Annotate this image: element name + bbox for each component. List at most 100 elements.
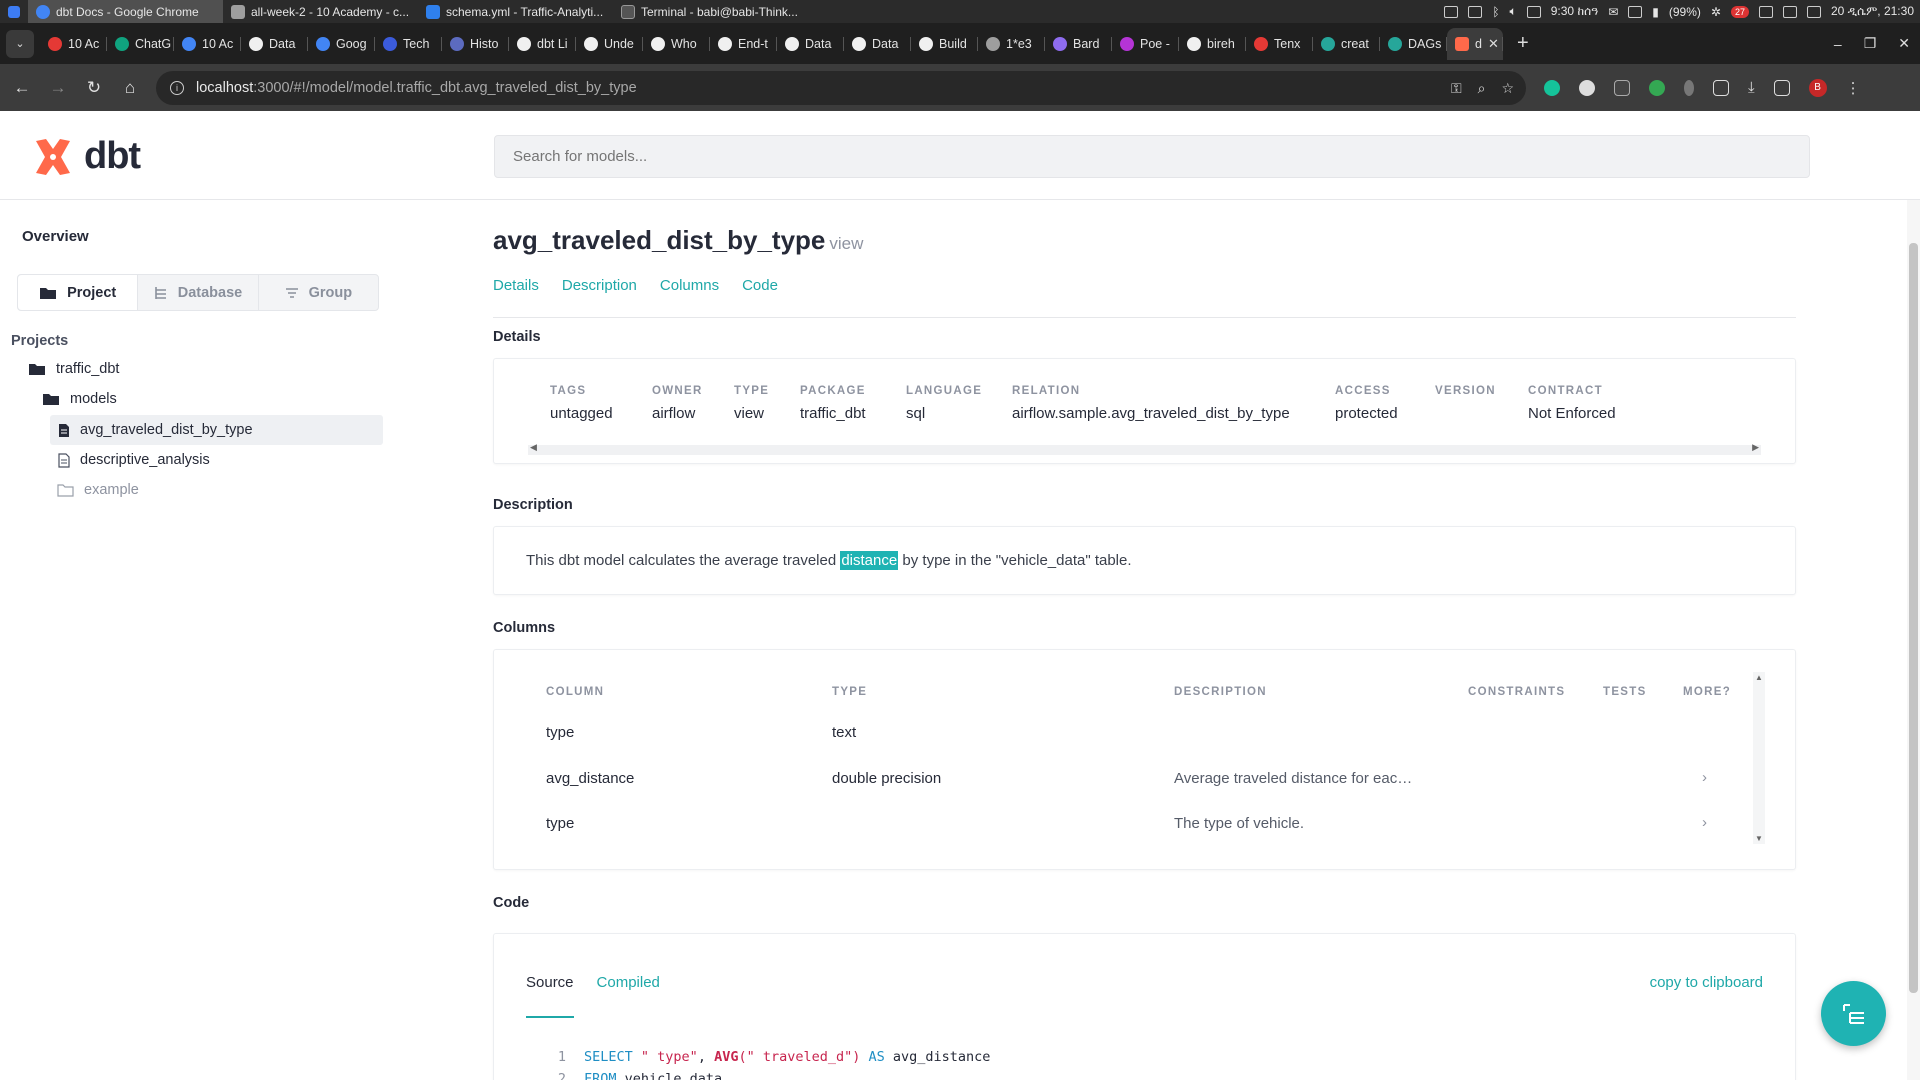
- address-bar[interactable]: i localhost:3000/#!/model/model.traffic_…: [156, 71, 1526, 105]
- details-horizontal-scrollbar[interactable]: ◀ ▶: [528, 442, 1761, 455]
- columns-vertical-scrollbar[interactable]: ▲ ▼: [1753, 672, 1765, 844]
- browser-tab[interactable]: Poe -: [1112, 28, 1179, 60]
- site-info-icon[interactable]: i: [170, 81, 184, 95]
- profile-avatar[interactable]: B: [1808, 78, 1827, 97]
- taskbar-item-vscode[interactable]: schema.yml - Traffic-Analyti...: [418, 0, 613, 23]
- browser-tab[interactable]: Build: [911, 28, 978, 60]
- battery-icon[interactable]: ▮: [1652, 5, 1659, 19]
- bookmark-star-icon[interactable]: ☆: [1501, 80, 1514, 97]
- browser-tab[interactable]: 1*e3: [978, 28, 1045, 60]
- taskbar-item-chrome[interactable]: dbt Docs - Google Chrome: [28, 0, 223, 23]
- back-icon[interactable]: ←: [4, 78, 40, 98]
- extensions-puzzle-icon[interactable]: [1713, 79, 1729, 96]
- download-icon[interactable]: ⤓: [1748, 79, 1755, 96]
- tree-folder-example[interactable]: example: [57, 475, 139, 505]
- new-tab-button[interactable]: +: [1517, 32, 1529, 55]
- toggle-group[interactable]: Group: [259, 275, 378, 310]
- dbt-logo[interactable]: dbt: [32, 135, 141, 178]
- minimize-icon[interactable]: –: [1834, 36, 1842, 52]
- browser-tab[interactable]: 10 Ac: [40, 28, 107, 60]
- grammarly-icon[interactable]: [1544, 79, 1560, 96]
- page-scrollbar-thumb[interactable]: [1909, 243, 1918, 993]
- copy-to-clipboard-button[interactable]: copy to clipboard: [1650, 974, 1763, 991]
- lineage-graph-button[interactable]: [1821, 981, 1886, 1046]
- tray-app-icon[interactable]: [1758, 5, 1773, 18]
- os-menu-icon[interactable]: [0, 5, 28, 18]
- browser-tab[interactable]: ChatG: [107, 28, 174, 60]
- tray-app-icon[interactable]: [1782, 5, 1797, 18]
- browser-tab[interactable]: Bard: [1045, 28, 1112, 60]
- extension-lh-icon[interactable]: [1614, 79, 1630, 96]
- taskbar-item-terminal[interactable]: Terminal - babi@babi-Think...: [613, 0, 808, 23]
- model-name: avg_traveled_dist_by_type: [493, 225, 826, 255]
- volume-icon[interactable]: 🔈︎: [1510, 4, 1517, 19]
- extension-plus-icon[interactable]: [1649, 79, 1665, 96]
- chevron-right-icon[interactable]: ›: [1702, 769, 1707, 786]
- tab-dbt-docs-active[interactable]: d ✕: [1447, 27, 1503, 60]
- model-search-input[interactable]: [494, 135, 1810, 178]
- reload-icon[interactable]: ↻: [76, 78, 112, 98]
- subnav-details[interactable]: Details: [493, 277, 539, 294]
- scroll-right-icon[interactable]: ▶: [1752, 442, 1759, 453]
- toggle-project[interactable]: Project: [18, 275, 139, 310]
- browser-tab[interactable]: End-t: [710, 28, 777, 60]
- subnav-columns[interactable]: Columns: [660, 277, 719, 294]
- tab-source[interactable]: Source: [526, 974, 574, 991]
- extension-dim-icon[interactable]: [1684, 79, 1694, 96]
- record-icon[interactable]: [1526, 5, 1541, 18]
- browser-tab[interactable]: Data: [241, 28, 308, 60]
- chevron-right-icon[interactable]: ›: [1702, 814, 1707, 831]
- tab-search-chevron-icon[interactable]: ⌄: [6, 29, 34, 58]
- detail-relation: RELATION airflow.sample.avg_traveled_dist…: [1012, 385, 1335, 422]
- browser-tab[interactable]: DAGs: [1380, 28, 1447, 60]
- settings-icon[interactable]: ✲: [1711, 5, 1721, 19]
- tree-project-traffic-dbt[interactable]: traffic_dbt: [28, 354, 119, 384]
- zoom-icon[interactable]: ⌕: [1478, 80, 1486, 97]
- block-icon[interactable]: [1628, 5, 1643, 18]
- scroll-left-icon[interactable]: ◀: [530, 442, 537, 453]
- forward-icon[interactable]: →: [40, 78, 76, 98]
- close-tab-icon[interactable]: ✕: [1488, 36, 1499, 52]
- restore-icon[interactable]: ❐: [1864, 35, 1877, 52]
- scroll-up-icon[interactable]: ▲: [1755, 673, 1763, 682]
- overview-link[interactable]: Overview: [22, 228, 89, 245]
- browser-tab[interactable]: Who: [643, 28, 710, 60]
- browser-tab[interactable]: 10 Ac: [174, 28, 241, 60]
- password-key-icon[interactable]: ⚿: [1451, 80, 1462, 97]
- bluetooth-icon[interactable]: ᛒ: [1492, 5, 1499, 19]
- subnav-code[interactable]: Code: [742, 277, 778, 294]
- browser-tab[interactable]: Data: [777, 28, 844, 60]
- column-name: avg_distance: [546, 770, 635, 787]
- clock-time[interactable]: 9:30 ከሰዓ: [1551, 4, 1598, 19]
- tray-app-icon[interactable]: [1806, 5, 1821, 18]
- notes-icon[interactable]: [1444, 5, 1459, 18]
- tab-compiled[interactable]: Compiled: [597, 974, 660, 991]
- clipboard-icon[interactable]: [1468, 5, 1483, 18]
- browser-tab[interactable]: bireh: [1179, 28, 1246, 60]
- tree-folder-models[interactable]: models: [42, 384, 117, 414]
- browser-tab[interactable]: Goog: [308, 28, 375, 60]
- toggle-database[interactable]: Database: [138, 275, 259, 310]
- notification-badge[interactable]: 27: [1730, 5, 1749, 18]
- side-panel-icon[interactable]: [1773, 79, 1790, 96]
- scroll-down-icon[interactable]: ▼: [1755, 834, 1763, 843]
- tree-model-descriptive-analysis[interactable]: descriptive_analysis: [58, 445, 210, 475]
- extension-bug-icon[interactable]: [1579, 79, 1595, 96]
- browser-tab[interactable]: creat: [1313, 28, 1380, 60]
- browser-tab[interactable]: Tech: [375, 28, 442, 60]
- browser-tab[interactable]: Unde: [576, 28, 643, 60]
- browser-tab[interactable]: dbt Li: [509, 28, 576, 60]
- tree-model-avg-traveled-dist-by-type[interactable]: avg_traveled_dist_by_type: [50, 415, 383, 445]
- page-scrollbar[interactable]: [1907, 200, 1920, 1080]
- close-window-icon[interactable]: ✕: [1898, 35, 1910, 52]
- home-icon[interactable]: ⌂: [112, 78, 148, 98]
- subnav-description[interactable]: Description: [562, 277, 637, 294]
- browser-tab[interactable]: Data: [844, 28, 911, 60]
- date-time[interactable]: 20 ዲሴም, 21:30: [1831, 4, 1914, 19]
- taskbar-item-browser-window[interactable]: all-week-2 - 10 Academy - c...: [223, 0, 418, 23]
- browser-tab[interactable]: Tenx: [1246, 28, 1313, 60]
- chrome-menu-icon[interactable]: ⋮: [1846, 79, 1861, 97]
- tree-item-label: example: [84, 482, 139, 498]
- browser-tab[interactable]: Histo: [442, 28, 509, 60]
- mail-icon[interactable]: ✉︎: [1608, 5, 1618, 19]
